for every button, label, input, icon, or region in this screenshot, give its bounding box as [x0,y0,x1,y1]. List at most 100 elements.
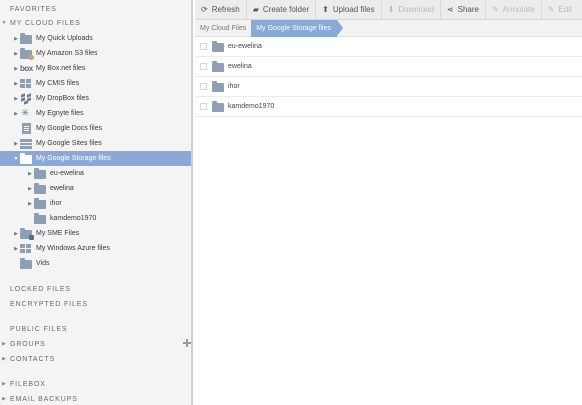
sidebar: FAVORITES ▼ MY CLOUD FILES ▶ My Quick Up… [0,0,193,405]
folder-icon [212,41,225,52]
cmis-icon [20,78,33,89]
list-item[interactable]: ewelina [195,57,582,77]
select-checkbox[interactable] [200,83,207,90]
list-item[interactable]: ihor [195,77,582,97]
refresh-icon: ⟳ [201,5,208,14]
select-checkbox[interactable] [200,63,207,70]
expand-arrow-icon[interactable]: ▶ [12,81,20,87]
sidebar-item-dropbox[interactable]: ▶ My DropBox files [0,91,191,106]
annotate-button[interactable]: ✎ Annotate [486,0,542,20]
add-group-icon[interactable] [183,339,191,347]
list-item[interactable]: eu-ewelina [195,37,582,57]
sidebar-item-google-docs[interactable]: My Google Docs files [0,121,191,136]
caret-right-icon: ▶ [2,396,7,402]
sidebar-item-label: My Google Docs files [36,125,103,132]
refresh-button[interactable]: ⟳ Refresh [195,0,247,20]
amazon-s3-icon [20,48,34,60]
expand-arrow-icon[interactable]: ▶ [12,141,20,147]
folder-icon [34,168,47,179]
public-files-header[interactable]: PUBLIC FILES [0,323,67,335]
sidebar-item-amazon-s3[interactable]: ▶ My Amazon S3 files [0,46,191,61]
folder-icon [212,81,225,92]
encrypted-files-header[interactable]: ENCRYPTED FILES [0,298,88,310]
folder-icon [20,258,33,269]
sidebar-item-label: My Google Sites files [36,140,102,147]
folder-icon [212,61,225,72]
download-button[interactable]: ⬇ Download [382,0,441,20]
sidebar-item-label: ewelina [50,185,74,192]
sidebar-item-eu-ewelina[interactable]: ▶ eu-ewelina [0,166,191,181]
sidebar-item-label: My Quick Uploads [36,35,93,42]
my-cloud-files-header[interactable]: ▼ MY CLOUD FILES [0,17,81,29]
filebox-header[interactable]: ▶ FILEBOX [0,378,46,390]
expand-arrow-icon[interactable]: ▶ [12,51,20,57]
sidebar-item-ewelina[interactable]: ▶ ewelina [0,181,191,196]
expand-arrow-icon[interactable]: ▶ [26,171,34,177]
expand-arrow-icon[interactable]: ▶ [12,36,20,42]
breadcrumb-root[interactable]: My Cloud Files [195,20,251,37]
expand-arrow-icon[interactable]: ▶ [26,201,34,207]
sidebar-item-quick-uploads[interactable]: ▶ My Quick Uploads [0,31,191,46]
breadcrumb: My Cloud Files My Google Storage files [195,19,582,37]
locked-files-header[interactable]: LOCKED FILES [0,283,71,295]
expand-arrow-icon[interactable]: ▶ [26,186,34,192]
sidebar-item-ihor[interactable]: ▶ ihor [0,196,191,211]
expand-arrow-icon[interactable]: ▶ [12,111,20,117]
share-button[interactable]: ⋖ Share [441,0,486,20]
sme-icon [20,228,34,240]
sidebar-item-sme[interactable]: ▶ My SME Files [0,226,191,241]
edit-icon: ✎ [547,5,555,14]
upload-files-button[interactable]: ⬆ Upload files [316,0,382,20]
sidebar-item-box[interactable]: ▶ box My Box.net files [0,61,191,76]
sidebar-item-google-sites[interactable]: ▶ My Google Sites files [0,136,191,151]
egnyte-icon: ✳ [21,108,30,119]
expand-arrow-icon[interactable]: ▶ [12,96,20,102]
caret-right-icon: ▶ [2,356,7,362]
expand-arrow-icon[interactable]: ▶ [12,231,20,237]
collapse-arrow-icon[interactable]: ▼ [12,156,20,162]
create-folder-button[interactable]: ▰ Create folder [247,0,317,20]
sidebar-item-label: ihor [50,200,62,207]
sidebar-item-cmis[interactable]: ▶ My CMIS files [0,76,191,91]
select-checkbox[interactable] [200,103,207,110]
upload-icon: ⬆ [322,5,329,14]
download-icon: ⬇ [387,5,395,14]
sidebar-item-label: My Google Storage files [36,155,111,162]
contacts-header[interactable]: ▶ CONTACTS [0,353,55,365]
file-name[interactable]: ewelina [228,63,252,70]
google-sites-icon [20,138,33,149]
document-icon [20,123,33,134]
sidebar-item-egnyte[interactable]: ▶ ✳ My Egnyte files [0,106,191,121]
sidebar-item-label: My SME Files [36,230,80,237]
expand-arrow-icon[interactable]: ▶ [12,66,20,72]
share-icon: ⋖ [446,5,454,14]
sidebar-item-label: eu-ewelina [50,170,84,177]
box-logo-icon: box [20,64,33,73]
file-name[interactable]: eu-ewelina [228,43,262,50]
windows-icon [20,243,33,254]
caret-right-icon: ▶ [2,381,7,387]
expand-arrow-icon[interactable]: ▶ [12,246,20,252]
file-name[interactable]: kamdemo1970 [228,103,274,110]
sidebar-item-label: My CMIS files [36,80,80,87]
sidebar-item-kamdemo1970[interactable]: kamdemo1970 [0,211,191,226]
folder-icon [34,183,47,194]
edit-button[interactable]: ✎ Edit [542,0,579,20]
select-checkbox[interactable] [200,43,207,50]
sidebar-item-label: kamdemo1970 [50,215,97,222]
sidebar-item-google-storage[interactable]: ▼ My Google Storage files [0,151,191,166]
sidebar-item-label: My Windows Azure files [36,245,110,252]
email-backups-header[interactable]: ▶ EMAIL BACKUPS [0,393,78,405]
list-item[interactable]: kamdemo1970 [195,97,582,117]
sidebar-item-windows-azure[interactable]: ▶ My Windows Azure files [0,241,191,256]
sidebar-item-label: Vids [36,260,50,267]
sidebar-item-vids[interactable]: Vids [0,256,191,271]
groups-header[interactable]: ▶ GROUPS [0,338,46,350]
caret-down-icon: ▼ [1,20,8,26]
file-name[interactable]: ihor [228,83,240,90]
favorites-header[interactable]: FAVORITES [0,3,57,15]
breadcrumb-current[interactable]: My Google Storage files [251,19,343,37]
file-list: eu-ewelina ewelina ihor kamdemo1970 [195,37,582,117]
annotate-icon: ✎ [491,5,499,14]
folder-icon [20,153,33,164]
